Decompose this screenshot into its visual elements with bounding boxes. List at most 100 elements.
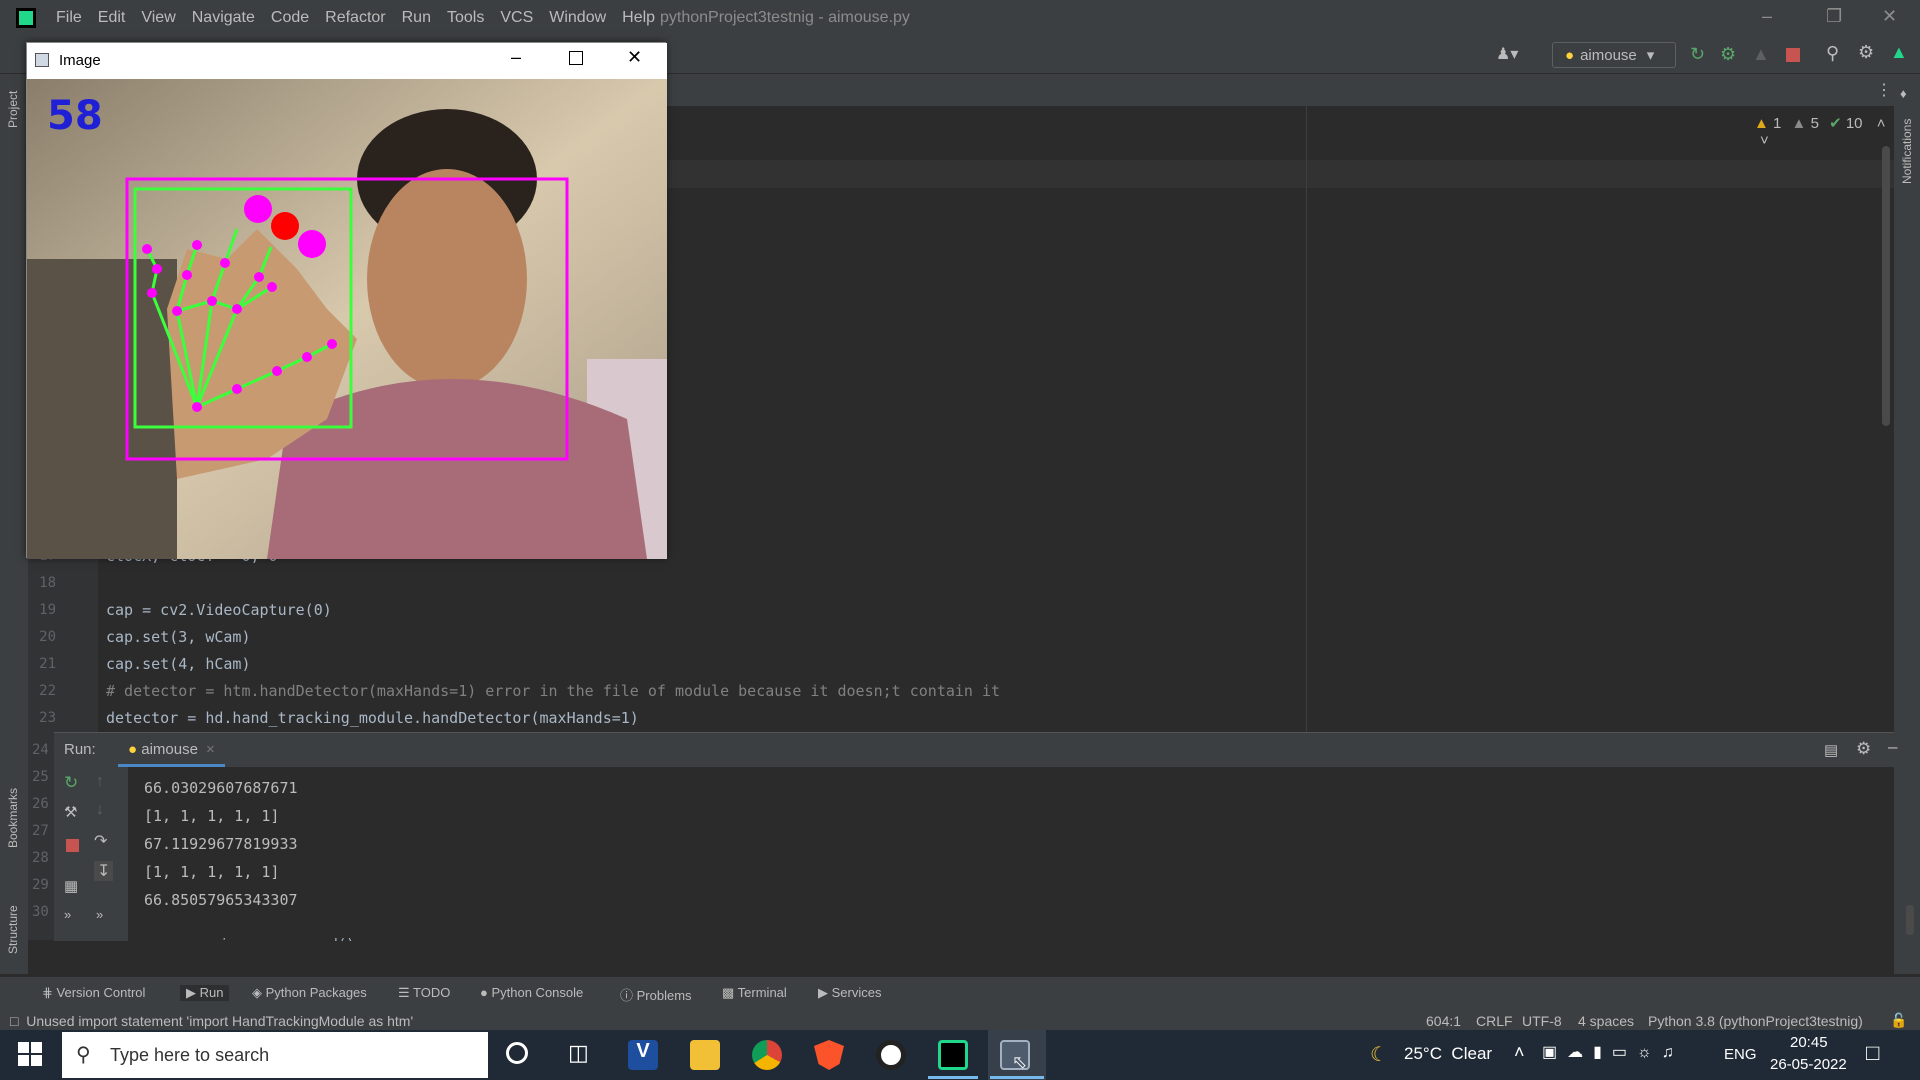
- line-separator[interactable]: CRLF: [1476, 1013, 1513, 1029]
- chevron-up-icon[interactable]: ˄: [1877, 115, 1886, 132]
- close-icon[interactable]: ×: [206, 741, 215, 758]
- scrollbar-thumb[interactable]: [1906, 905, 1914, 935]
- menu-view[interactable]: View: [141, 9, 175, 27]
- opencv-image-window[interactable]: Image – ✕ 58: [26, 42, 667, 559]
- tab-problems[interactable]: ⓘ Problems: [620, 985, 692, 1004]
- chrome-icon[interactable]: [752, 1040, 782, 1070]
- weather-icon[interactable]: ☾: [1370, 1042, 1388, 1067]
- coverage-icon[interactable]: ▲: [1752, 44, 1770, 65]
- warning-icon: ▲: [1754, 115, 1769, 132]
- clock-date[interactable]: 26-05-2022: [1770, 1056, 1847, 1073]
- weather-text[interactable]: 25°C Clear: [1404, 1044, 1492, 1064]
- maximize-icon[interactable]: [569, 51, 583, 65]
- more-left-icon[interactable]: »: [64, 907, 71, 922]
- menu-refactor[interactable]: Refactor: [325, 9, 385, 27]
- stop-icon[interactable]: [66, 839, 79, 852]
- run-config-select[interactable]: ● aimouse ▾: [1552, 42, 1676, 68]
- gear-icon[interactable]: ⚙: [1856, 739, 1871, 759]
- rerun-icon[interactable]: ↻: [64, 773, 78, 793]
- code-line: 21 cap.set(4, hCam): [28, 650, 250, 677]
- menu-vcs[interactable]: VCS: [500, 9, 533, 27]
- menu-file[interactable]: File: [56, 9, 82, 27]
- windows-start-icon[interactable]: [18, 1042, 42, 1066]
- menu-help[interactable]: Help: [622, 9, 655, 27]
- menu-code[interactable]: Code: [271, 9, 309, 27]
- menu-tools[interactable]: Tools: [447, 9, 484, 27]
- landmark-point: [327, 339, 337, 349]
- tool-bookmarks[interactable]: Bookmarks: [6, 788, 20, 848]
- weak-warning-count: 5: [1810, 115, 1819, 132]
- scrollbar-thumb[interactable]: [1882, 146, 1890, 426]
- visio-icon[interactable]: V: [628, 1040, 658, 1070]
- more-right-icon[interactable]: »: [96, 907, 103, 922]
- file-explorer-icon[interactable]: [690, 1040, 720, 1070]
- task-view-icon[interactable]: ◫: [568, 1040, 589, 1066]
- indent-setting[interactable]: 4 spaces: [1578, 1013, 1634, 1029]
- debug-icon[interactable]: ⚙: [1720, 44, 1736, 65]
- tab-run[interactable]: ▶ Run: [180, 985, 230, 1001]
- soft-wrap-icon[interactable]: ↷: [94, 831, 107, 851]
- more-icon[interactable]: ⋮: [1876, 80, 1892, 100]
- line-number: 22: [39, 682, 56, 699]
- restore-icon[interactable]: ❐: [1826, 6, 1842, 27]
- interpreter-selector[interactable]: Python 3.8 (pythonProject3testnig): [1648, 1013, 1863, 1029]
- search-icon[interactable]: ⚲: [1826, 43, 1839, 64]
- pycharm-taskbar-icon[interactable]: [938, 1040, 968, 1070]
- tab-python-console[interactable]: ● Python Console: [480, 985, 583, 1000]
- wrench-icon[interactable]: ⚒: [64, 803, 77, 821]
- notification-icon[interactable]: □: [1866, 1040, 1879, 1066]
- shelf-left: [27, 259, 177, 559]
- layout-icon[interactable]: ▦: [64, 877, 78, 895]
- tab-todo[interactable]: ☰ TODO: [398, 985, 450, 1001]
- caret-position[interactable]: 604:1: [1426, 1013, 1461, 1029]
- file-encoding[interactable]: UTF-8: [1522, 1013, 1562, 1029]
- scroll-end-icon[interactable]: ↧: [94, 861, 114, 881]
- rerun-icon[interactable]: ↻: [1690, 44, 1705, 65]
- image-window-titlebar[interactable]: Image – ✕: [27, 43, 667, 79]
- inspection-widget[interactable]: ▲ 1 ▲ 5 ✔ 10 ˄ ˅: [1754, 114, 1894, 149]
- language-indicator[interactable]: ENG: [1724, 1046, 1757, 1063]
- taskbar-search[interactable]: ⚲ Type here to search: [62, 1032, 488, 1078]
- line-number: 29: [32, 877, 49, 893]
- minimize-icon[interactable]: –: [511, 47, 521, 68]
- close-icon[interactable]: ✕: [627, 47, 642, 68]
- tool-notifications[interactable]: Notifications: [1900, 119, 1914, 184]
- menu-navigate[interactable]: Navigate: [192, 9, 255, 27]
- tab-label: Problems: [636, 988, 692, 1003]
- up-icon[interactable]: ↑: [96, 773, 104, 791]
- landmark-point: [192, 240, 202, 250]
- stop-icon[interactable]: [1786, 48, 1800, 62]
- chevron-down-icon[interactable]: ˅: [1760, 132, 1769, 149]
- run-tab-aimouse[interactable]: ● aimouse ×: [118, 737, 225, 767]
- minimize-icon[interactable]: –: [1762, 6, 1772, 27]
- cortana-icon[interactable]: [506, 1042, 528, 1064]
- problems-icon: ⓘ: [620, 988, 637, 1003]
- bell-icon[interactable]: ♦: [1900, 86, 1907, 101]
- tab-python-packages[interactable]: ◈ Python Packages: [252, 985, 367, 1001]
- menu-edit[interactable]: Edit: [98, 9, 126, 27]
- jetbrains-icon[interactable]: ▲: [1890, 42, 1908, 63]
- lock-icon[interactable]: 🔓: [1890, 1012, 1907, 1029]
- gear-icon[interactable]: ⚙: [1858, 42, 1874, 63]
- tool-structure[interactable]: Structure: [6, 905, 20, 954]
- ide-titlebar: File Edit View Navigate Code Refactor Ru…: [0, 0, 1920, 36]
- menu-run[interactable]: Run: [402, 9, 431, 27]
- tray-icons[interactable]: ▣☁▮▭☼♫: [1542, 1042, 1684, 1062]
- menu-window[interactable]: Window: [549, 9, 606, 27]
- tray-chevron-up-icon[interactable]: ˄: [1514, 1042, 1525, 1063]
- active-app-underline: [928, 1076, 978, 1079]
- brave-icon[interactable]: [814, 1040, 844, 1070]
- clock-time[interactable]: 20:45: [1790, 1034, 1828, 1051]
- tool-project[interactable]: Project: [6, 91, 20, 128]
- user-icon[interactable]: ♟▾: [1496, 44, 1518, 64]
- hide-icon[interactable]: –: [1888, 737, 1897, 757]
- tab-services[interactable]: ▶ Services: [818, 985, 881, 1001]
- tab-version-control[interactable]: ⋕ Version Control: [42, 985, 145, 1001]
- tab-terminal[interactable]: ▩ Terminal: [722, 985, 787, 1001]
- close-icon[interactable]: ✕: [1882, 6, 1897, 27]
- output-line: 67.11929677819933: [144, 835, 298, 853]
- obs-icon[interactable]: [876, 1040, 906, 1070]
- down-icon[interactable]: ↓: [96, 801, 104, 819]
- restore-panel-icon[interactable]: ▤: [1824, 741, 1838, 759]
- landmark-point: [232, 304, 242, 314]
